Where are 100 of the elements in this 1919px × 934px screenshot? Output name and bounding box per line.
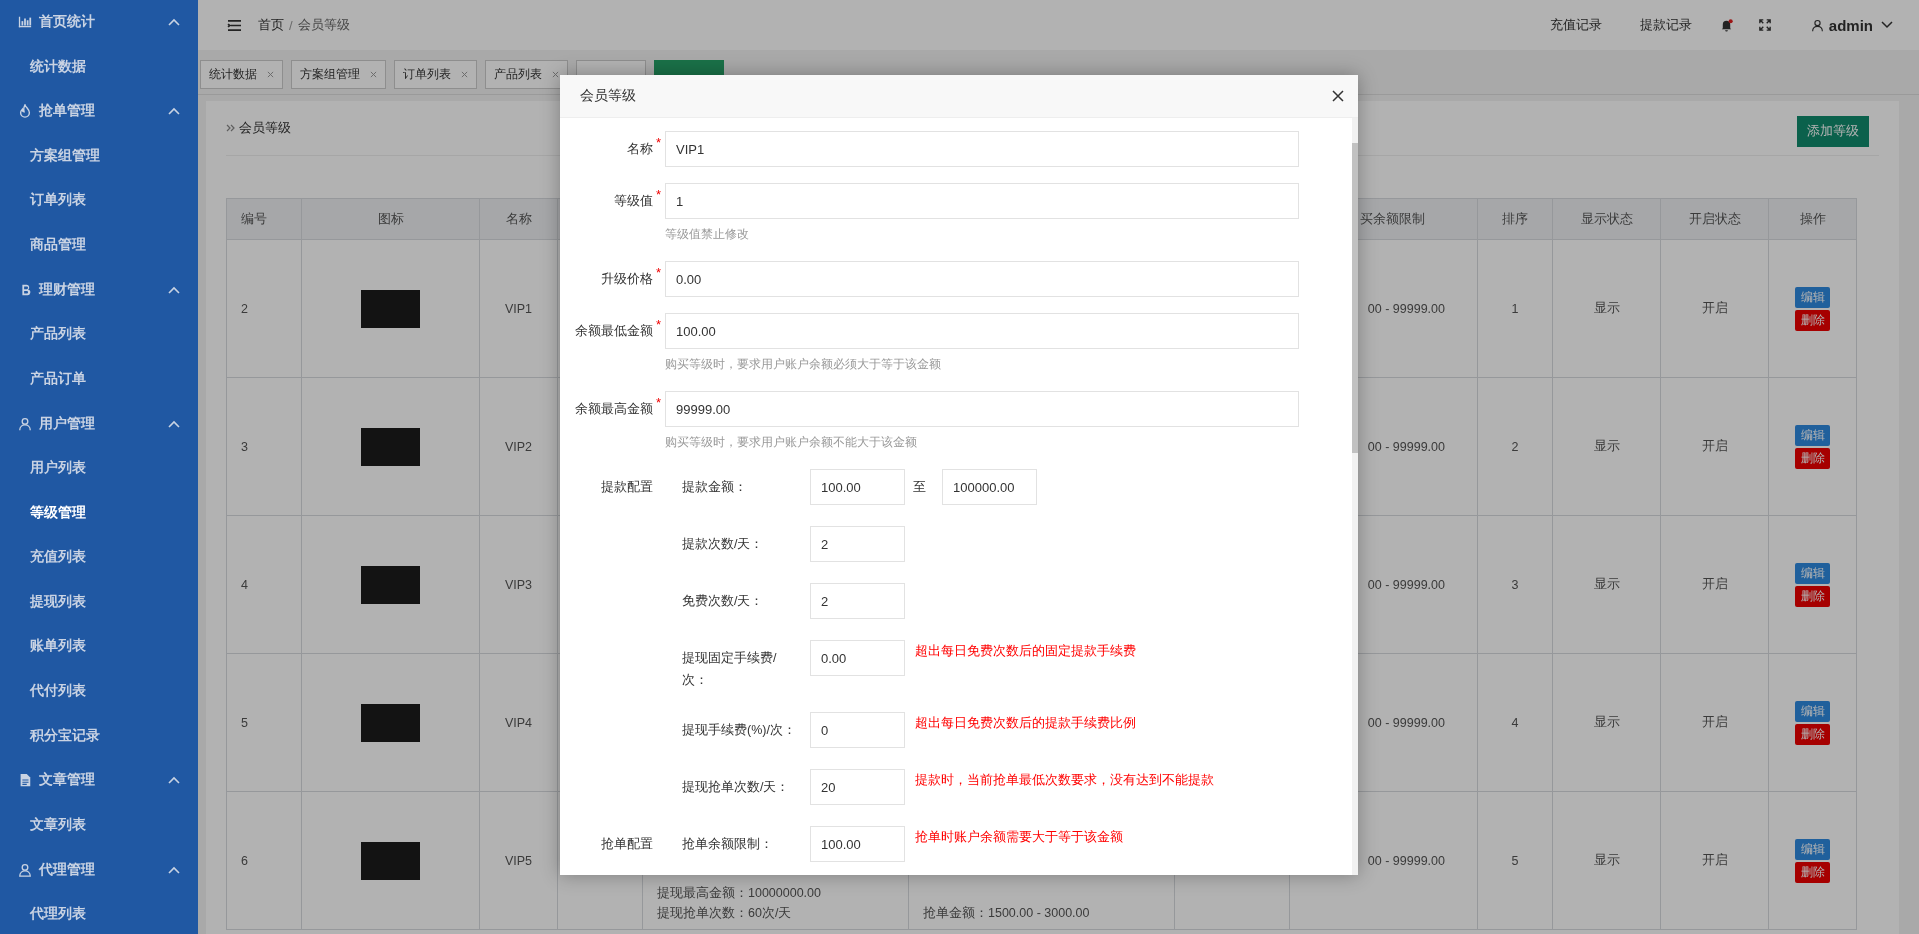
tab[interactable]: 方案组管理 xyxy=(291,60,386,89)
edit-button[interactable]: 编辑 xyxy=(1795,424,1830,446)
tab[interactable]: 订单列表 xyxy=(394,60,477,89)
table-cell: 显示 xyxy=(1552,239,1661,378)
table-cell: VIP1 xyxy=(479,239,558,378)
input-field[interactable]: 0.00 xyxy=(810,640,905,676)
fullscreen-icon[interactable] xyxy=(1758,19,1771,31)
required-mark: * xyxy=(656,265,662,280)
input-field[interactable]: 100.00 xyxy=(810,469,905,505)
sidebar-group-header[interactable]: 代理管理 xyxy=(0,847,198,892)
chevron-icon xyxy=(168,419,180,428)
input-field[interactable]: 0.00 xyxy=(665,261,1299,297)
sidebar-group-header[interactable]: 文章管理 xyxy=(0,758,198,803)
sidebar-group-header[interactable]: 首页统计 xyxy=(0,0,198,45)
sidebar-item[interactable]: 订单列表 xyxy=(0,178,198,223)
field-label: 抢单余额限制： xyxy=(682,836,774,853)
user-icon xyxy=(18,416,32,431)
table-cell: 5 xyxy=(1477,791,1553,930)
required-mark: * xyxy=(656,135,662,150)
modal-title: 会员等级 xyxy=(580,87,637,105)
edit-button[interactable]: 编辑 xyxy=(1795,838,1830,860)
tab[interactable]: 产品列表 xyxy=(485,60,568,89)
menu-icon[interactable] xyxy=(227,18,242,32)
tab[interactable]: 统计数据 xyxy=(200,60,283,89)
table-cell: 显示 xyxy=(1552,791,1661,930)
table-cell: 5 xyxy=(226,653,302,792)
edit-button[interactable]: 编辑 xyxy=(1795,700,1830,722)
table-cell-text: 提现抢单次数：60次/天 xyxy=(657,905,793,922)
delete-button[interactable]: 删除 xyxy=(1795,861,1830,883)
delete-button[interactable]: 删除 xyxy=(1795,447,1830,469)
user-badge-icon xyxy=(18,862,32,877)
delete-button[interactable]: 删除 xyxy=(1795,585,1830,607)
sidebar-item[interactable]: 用户列表 xyxy=(0,445,198,491)
input-field[interactable]: 99999.00 xyxy=(665,391,1299,427)
sidebar-item[interactable]: 代付列表 xyxy=(0,668,198,714)
input-field[interactable]: VIP1 xyxy=(665,131,1299,167)
edit-button[interactable]: 编辑 xyxy=(1795,286,1830,308)
sidebar-item[interactable]: 产品订单 xyxy=(0,356,198,402)
field-label: 提现抢单次数/天： xyxy=(682,779,791,796)
sidebar-group-header[interactable]: 理财管理 xyxy=(0,267,198,313)
sidebar-item[interactable]: 产品列表 xyxy=(0,312,198,357)
field-label: 提款次数/天： xyxy=(682,536,765,553)
photo-placeholder xyxy=(361,289,420,328)
flame-icon xyxy=(18,104,32,119)
table-cell: 2 xyxy=(1477,377,1553,516)
chevron-icon xyxy=(168,285,180,294)
table-cell: 开启 xyxy=(1660,791,1769,930)
sidebar-item[interactable]: 充值列表 xyxy=(0,535,198,580)
input-field[interactable]: 20 xyxy=(810,769,905,805)
caret-icon xyxy=(1881,21,1893,29)
sidebar-item[interactable]: 积分宝记录 xyxy=(0,713,198,759)
sidebar-item[interactable]: 商品管理 xyxy=(0,222,198,268)
photo-placeholder xyxy=(361,427,420,466)
input-field[interactable]: 2 xyxy=(810,526,905,562)
table-cell: 4 xyxy=(226,515,302,654)
column-header: 操作 xyxy=(1768,198,1857,240)
sidebar-item[interactable]: 统计数据 xyxy=(0,44,198,90)
input-field[interactable]: 100.00 xyxy=(810,826,905,862)
add-level-button[interactable]: 添加等级 xyxy=(1797,115,1869,147)
input-field[interactable]: 100.00 xyxy=(665,313,1299,349)
sidebar-item[interactable]: 账单列表 xyxy=(0,624,198,669)
sidebar-item[interactable]: 方案组管理 xyxy=(0,133,198,179)
photo-placeholder xyxy=(361,703,420,742)
delete-button[interactable]: 删除 xyxy=(1795,723,1830,745)
close-icon[interactable] xyxy=(1332,90,1344,102)
table-cell-text: 提现最高金额：10000000.00 xyxy=(657,885,822,902)
sidebar-item[interactable]: 代理列表 xyxy=(0,891,198,934)
column-header: 编号 xyxy=(226,198,302,240)
note-text: 超出每日免费次数后的提款手续费比例 xyxy=(915,715,1136,732)
delete-button[interactable]: 删除 xyxy=(1795,309,1830,331)
table-cell: VIP3 xyxy=(479,515,558,654)
user-menu[interactable]: admin xyxy=(1810,16,1893,34)
input-field[interactable]: 100000.00 xyxy=(942,469,1037,505)
table-cell-text: 抢单金额：1500.00 - 3000.00 xyxy=(923,905,1091,922)
sidebar-group-header[interactable]: 抢单管理 xyxy=(0,89,198,134)
field-label: 提现固定手续费/次： xyxy=(682,650,778,689)
help-text: 购买等级时，要求用户账户余额不能大于该金额 xyxy=(665,434,918,451)
table-cell: 3 xyxy=(1477,515,1553,654)
header-link[interactable]: 充值记录 xyxy=(1549,16,1602,34)
sidebar-group-header[interactable]: 用户管理 xyxy=(0,401,198,446)
input-field[interactable]: 0 xyxy=(810,712,905,748)
sidebar-item[interactable]: 文章列表 xyxy=(0,802,198,848)
edit-button[interactable]: 编辑 xyxy=(1795,562,1830,584)
input-field[interactable]: 1 xyxy=(665,183,1299,219)
sidebar-item[interactable]: 提现列表 xyxy=(0,579,198,625)
user-name: admin xyxy=(1828,16,1873,34)
input-field[interactable]: 2 xyxy=(810,583,905,619)
breadcrumb-separator: / xyxy=(289,17,293,33)
table-cell: VIP5 xyxy=(479,791,558,930)
table-cell: 开启 xyxy=(1660,377,1769,516)
field-label: 免费次数/天： xyxy=(682,593,765,610)
sidebar-item[interactable]: 等级管理 xyxy=(0,490,198,536)
breadcrumb-link[interactable]: 首页 xyxy=(258,16,284,34)
bar-chart-icon xyxy=(18,15,32,30)
field-label: 等级值 xyxy=(613,192,653,210)
note-text: 超出每日免费次数后的固定提款手续费 xyxy=(915,643,1136,660)
header-link[interactable]: 提款记录 xyxy=(1639,16,1692,34)
table-cell: 开启 xyxy=(1660,653,1769,792)
column-header: 排序 xyxy=(1477,198,1553,240)
table-cell: 开启 xyxy=(1660,239,1769,378)
